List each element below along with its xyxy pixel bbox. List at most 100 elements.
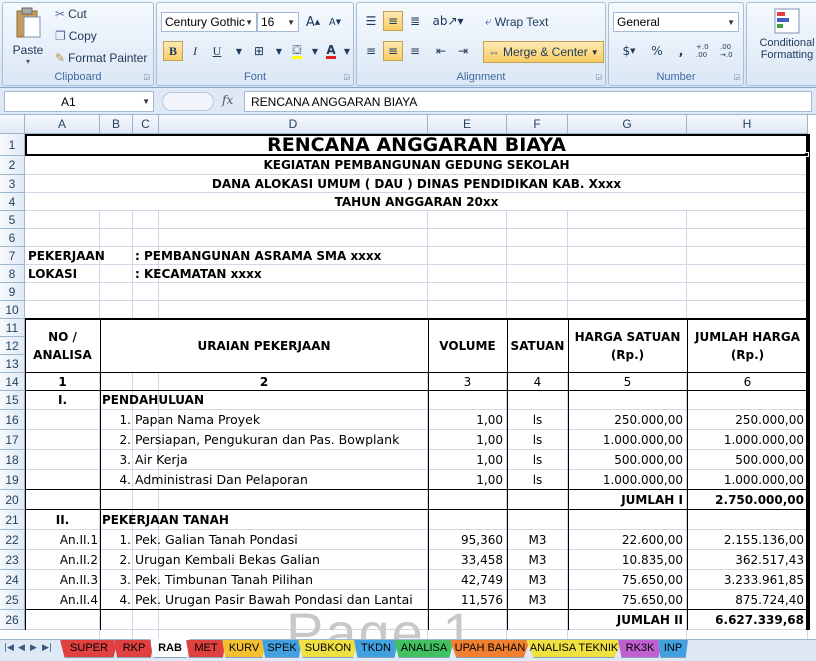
column-header-c[interactable]: C	[133, 115, 159, 134]
first-sheet-icon[interactable]: |◀	[4, 643, 14, 653]
sheet-tab-subkon[interactable]: SUBKON	[298, 640, 358, 658]
row-header-6[interactable]: 6	[0, 229, 25, 247]
dialog-launcher-icon[interactable]: ◲	[143, 73, 150, 81]
shrink-font-button[interactable]: A ▼	[325, 12, 345, 32]
font-color-dropdown[interactable]: ▼	[337, 41, 357, 61]
bold-button[interactable]: B	[163, 41, 183, 61]
row-header-17[interactable]: 17	[0, 430, 25, 450]
cut-button[interactable]: ✂ Cut	[55, 7, 87, 21]
sheet-tab-rk3k[interactable]: RK3K	[618, 640, 662, 658]
decrease-indent-button[interactable]: ⇤	[431, 41, 451, 61]
align-middle-button[interactable]: ≡	[383, 11, 403, 31]
underline-button[interactable]: U	[207, 41, 227, 61]
percent-button[interactable]: %	[647, 41, 667, 61]
wrap-text-button[interactable]: ⤶ Wrap Text	[485, 14, 548, 29]
fill-color-button[interactable]: ⛋	[287, 41, 307, 61]
row-header-15[interactable]: 15	[0, 391, 25, 410]
paste-button[interactable]: Paste ▾	[7, 5, 49, 67]
sheet-tab-upah-bahan[interactable]: UPAH BAHAN	[450, 640, 530, 658]
row-header-7[interactable]: 7	[0, 247, 25, 265]
dialog-launcher-icon[interactable]: ◲	[595, 73, 602, 81]
increase-indent-button[interactable]: ⇥	[453, 41, 473, 61]
sheet-tab-met[interactable]: MET	[186, 640, 226, 658]
sheet-tab-spek[interactable]: SPEK	[262, 640, 302, 658]
column-header-b[interactable]: B	[100, 115, 133, 134]
column-header-d[interactable]: D	[159, 115, 428, 134]
row-header-1[interactable]: 1	[0, 134, 25, 156]
conditional-formatting-button[interactable]: Conditional Formatting	[751, 5, 816, 61]
last-sheet-icon[interactable]: ▶|	[42, 643, 52, 653]
row-header-21[interactable]: 21	[0, 510, 25, 530]
item-unit-price: 75.650,00	[621, 593, 683, 607]
row-header-23[interactable]: 23	[0, 550, 25, 570]
name-box[interactable]: A1 ▼	[4, 91, 154, 112]
comma-button[interactable]: ,	[671, 41, 691, 61]
row-header-4[interactable]: 4	[0, 193, 25, 211]
row-header-20[interactable]: 20	[0, 490, 25, 510]
font-name-combo[interactable]: Century Gothic ▼	[161, 12, 257, 32]
row-header-19[interactable]: 19	[0, 470, 25, 490]
sheet-tab-rab[interactable]: RAB	[150, 639, 190, 658]
row-header-12[interactable]: 12	[0, 337, 25, 355]
increase-decimal-button[interactable]: +.0 .00	[695, 41, 717, 61]
insert-function-button[interactable]: fx	[222, 93, 233, 107]
sheet-tab-analisa-teknik[interactable]: ANALISA TEKNIK	[526, 640, 622, 658]
underline-dropdown[interactable]: ▼	[229, 41, 249, 61]
next-sheet-icon[interactable]: ▶	[30, 643, 37, 653]
sheet-tab-kurv[interactable]: KURV	[222, 640, 266, 658]
row-header-14[interactable]: 14	[0, 373, 25, 391]
sheet-tab-super[interactable]: SUPER	[60, 640, 118, 658]
row-header-13[interactable]: 13	[0, 355, 25, 373]
select-all-corner[interactable]	[0, 115, 25, 134]
row-header-5[interactable]: 5	[0, 211, 25, 229]
row-header-24[interactable]: 24	[0, 570, 25, 590]
align-center-button[interactable]: ≡	[383, 41, 403, 61]
pekerjaan-value: : PEMBANGUNAN ASRAMA SMA xxxx	[135, 249, 382, 263]
grow-font-button[interactable]: A ▲	[303, 12, 323, 32]
row-header-8[interactable]: 8	[0, 265, 25, 283]
analysis-code: An.II.4	[59, 593, 98, 607]
column-header-a[interactable]: A	[25, 115, 100, 134]
row-header-9[interactable]: 9	[0, 283, 25, 301]
sheet-tab-rkp[interactable]: RKP	[114, 640, 154, 658]
item-unit: M3	[528, 533, 547, 547]
column-header-g[interactable]: G	[568, 115, 687, 134]
sheet-tab-inp[interactable]: INP	[658, 640, 688, 658]
worksheet-grid[interactable]: ABCDEFGH 1 2 3 4 5 6 7 8 9 10 11 12 13 14 15 16 17 18 19 20…	[0, 115, 816, 639]
row-header-22[interactable]: 22	[0, 530, 25, 550]
column-header-h[interactable]: H	[687, 115, 808, 134]
sheet-tab-tkdn[interactable]: TKDN	[354, 640, 398, 658]
format-painter-button[interactable]: ✎ Format Painter	[55, 51, 147, 65]
decrease-decimal-button[interactable]: .00 →.0	[719, 41, 741, 61]
dialog-launcher-icon[interactable]: ◲	[733, 73, 740, 81]
column-number: 3	[463, 375, 472, 389]
row-header-26[interactable]: 26	[0, 610, 25, 630]
align-left-button[interactable]: ≡	[361, 41, 381, 61]
borders-dropdown[interactable]: ▼	[269, 41, 289, 61]
align-top-button[interactable]: ☰	[361, 11, 381, 31]
borders-button[interactable]: ⊞	[249, 41, 269, 61]
italic-button[interactable]: I	[185, 41, 205, 61]
row-header-25[interactable]: 25	[0, 590, 25, 610]
dialog-launcher-icon[interactable]: ◲	[343, 73, 350, 81]
orientation-button[interactable]: ab↗▾	[432, 11, 463, 31]
accounting-format-button[interactable]: $ ▼	[615, 41, 643, 61]
align-bottom-button[interactable]: ≣	[405, 11, 425, 31]
row-header-10[interactable]: 10	[0, 301, 25, 319]
row-header-18[interactable]: 18	[0, 450, 25, 470]
column-header-f[interactable]: F	[507, 115, 568, 134]
row-header-3[interactable]: 3	[0, 175, 25, 193]
merge-center-button[interactable]: ⇔ Merge & Center ▼	[483, 41, 604, 63]
item-amount: 250.000,00	[735, 413, 804, 427]
row-header-16[interactable]: 16	[0, 410, 25, 430]
copy-button[interactable]: ❐ Copy	[55, 29, 97, 43]
prev-sheet-icon[interactable]: ◀	[18, 643, 25, 653]
align-right-button[interactable]: ≡	[405, 41, 425, 61]
row-header-2[interactable]: 2	[0, 156, 25, 175]
row-header-11[interactable]: 11	[0, 319, 25, 337]
sheet-tab-analisa[interactable]: ANALISA	[394, 640, 454, 658]
number-format-combo[interactable]: General ▼	[613, 12, 739, 32]
formula-input[interactable]: RENCANA ANGGARAN BIAYA	[244, 91, 812, 112]
font-size-combo[interactable]: 16 ▼	[257, 12, 299, 32]
column-header-e[interactable]: E	[428, 115, 507, 134]
